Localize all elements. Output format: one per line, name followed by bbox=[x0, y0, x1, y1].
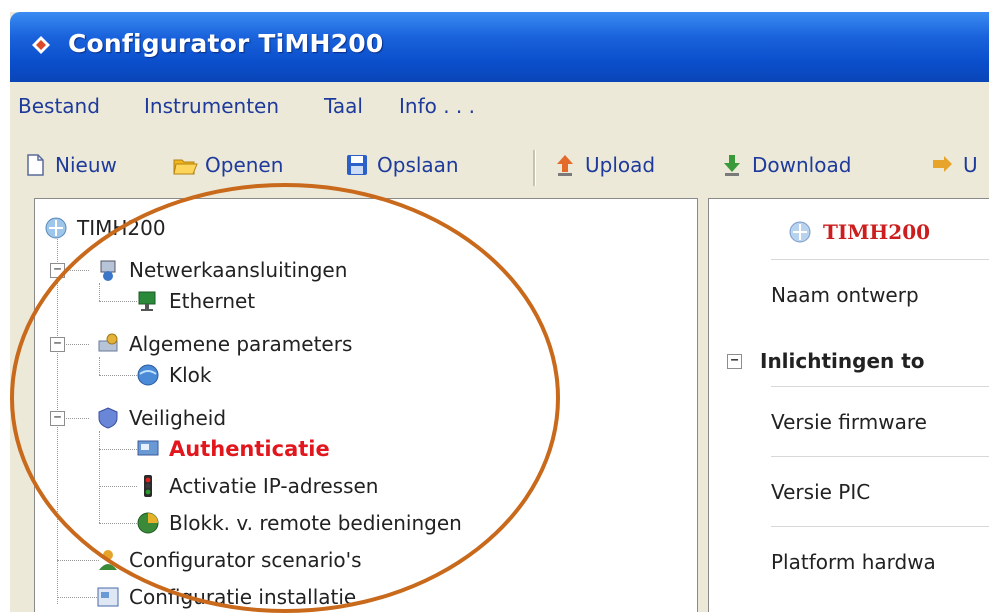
property-row[interactable]: Platform hardwa bbox=[771, 526, 989, 597]
toolbar: Nieuw Openen Opslaan Upload Download U bbox=[10, 134, 989, 202]
tree-node-root[interactable]: TIMH200 bbox=[43, 215, 166, 241]
tree-label: Ethernet bbox=[169, 289, 256, 313]
tree-line bbox=[99, 357, 100, 375]
menu-bestand[interactable]: Bestand bbox=[18, 94, 100, 118]
details-header: TIMH200 bbox=[709, 209, 989, 255]
collapse-toggle[interactable]: − bbox=[50, 263, 65, 278]
tree-line bbox=[99, 375, 137, 376]
remote-globe-icon bbox=[137, 512, 159, 534]
download-icon bbox=[724, 155, 740, 176]
tree-label: Klok bbox=[169, 363, 212, 387]
globe-icon bbox=[137, 364, 159, 386]
configurator-logo-icon bbox=[32, 36, 50, 54]
tree-node-configurator-scenarios[interactable]: Configurator scenario's bbox=[95, 547, 362, 573]
tree-panel: − − − TIMH200 Netwerkaansluitingen Ether… bbox=[34, 198, 698, 612]
property-row[interactable]: Versie firmware bbox=[771, 386, 989, 457]
truncated-button[interactable]: U bbox=[930, 148, 978, 182]
tree-line bbox=[57, 560, 99, 561]
property-label: Naam ontwerp bbox=[771, 283, 919, 307]
details-panel: TIMH200 Naam ontwerp − Inlichtingen to V… bbox=[708, 198, 989, 612]
settings-icon bbox=[98, 333, 118, 352]
save-button[interactable]: Opslaan bbox=[344, 148, 459, 182]
tree-label: Configurator scenario's bbox=[129, 548, 362, 572]
shield-icon bbox=[98, 407, 118, 429]
title-bar: Configurator TiMH200 bbox=[10, 12, 989, 82]
upload-label: Upload bbox=[585, 153, 656, 177]
truncated-label: U bbox=[963, 153, 978, 177]
transfer-icon bbox=[933, 156, 952, 172]
tree-label: TIMH200 bbox=[77, 216, 166, 240]
property-row[interactable]: Naam ontwerp bbox=[771, 259, 989, 330]
menu-bar: Bestand Instrumenten Taal Info . . . bbox=[10, 82, 989, 134]
users-icon bbox=[99, 550, 117, 570]
download-label: Download bbox=[752, 153, 852, 177]
menu-taal[interactable]: Taal bbox=[324, 94, 363, 118]
tree-node-klok[interactable]: Klok bbox=[135, 362, 212, 388]
monitor-icon bbox=[137, 440, 159, 456]
installation-icon bbox=[97, 587, 119, 607]
floppy-disk-icon bbox=[347, 155, 367, 175]
section-label: Inlichtingen to bbox=[760, 349, 925, 373]
tree-node-algemene-parameters[interactable]: Algemene parameters bbox=[95, 331, 352, 357]
new-document-icon bbox=[27, 154, 44, 176]
menu-instrumenten[interactable]: Instrumenten bbox=[144, 94, 279, 118]
ethernet-icon bbox=[138, 291, 156, 311]
tree-line bbox=[99, 486, 137, 487]
traffic-light-icon bbox=[144, 475, 152, 497]
window-title: Configurator TiMH200 bbox=[68, 29, 384, 58]
tree-line bbox=[99, 449, 137, 450]
toolbar-separator bbox=[533, 150, 536, 186]
tree-label: Veiligheid bbox=[129, 406, 227, 430]
new-label: Nieuw bbox=[55, 153, 117, 177]
menu-info[interactable]: Info . . . bbox=[399, 94, 475, 118]
save-label: Opslaan bbox=[377, 153, 459, 177]
tree-node-ethernet[interactable]: Ethernet bbox=[135, 288, 255, 314]
download-button[interactable]: Download bbox=[719, 148, 851, 182]
details-title: TIMH200 bbox=[823, 220, 931, 244]
tree-line bbox=[99, 523, 137, 524]
tree-label: Activatie IP-adressen bbox=[169, 474, 379, 498]
property-section[interactable]: − Inlichtingen to bbox=[727, 349, 925, 373]
tree-label: Blokk. v. remote bedieningen bbox=[169, 511, 462, 535]
tree-node-blokk-remote[interactable]: Blokk. v. remote bedieningen bbox=[135, 510, 462, 536]
tree-node-authenticatie[interactable]: Authenticatie bbox=[135, 436, 330, 462]
new-button[interactable]: Nieuw bbox=[22, 148, 117, 182]
tree-line bbox=[99, 431, 100, 523]
property-label: Versie PIC bbox=[771, 480, 871, 504]
upload-icon bbox=[557, 155, 573, 176]
tree-line bbox=[99, 301, 137, 302]
tree-line bbox=[99, 283, 100, 301]
tree-node-configuratie-installatie[interactable]: Configuratie installatie bbox=[95, 584, 356, 610]
network-icon bbox=[100, 260, 116, 281]
collapse-toggle[interactable]: − bbox=[50, 337, 65, 352]
tree-label-selected: Authenticatie bbox=[169, 437, 330, 461]
tree-node-netwerkaansluitingen[interactable]: Netwerkaansluitingen bbox=[95, 257, 347, 283]
open-button[interactable]: Openen bbox=[172, 148, 283, 182]
collapse-toggle[interactable]: − bbox=[50, 411, 65, 426]
app-window: Configurator TiMH200 Bestand Instrumente… bbox=[10, 12, 989, 612]
tree-line bbox=[57, 597, 99, 598]
network-icon bbox=[789, 221, 811, 243]
network-icon bbox=[45, 217, 67, 239]
upload-button[interactable]: Upload bbox=[552, 148, 655, 182]
tree-label: Algemene parameters bbox=[129, 332, 353, 356]
tree-label: Configuratie installatie bbox=[129, 585, 357, 609]
property-label: Versie firmware bbox=[771, 410, 927, 434]
property-row[interactable]: Versie PIC bbox=[771, 456, 989, 527]
collapse-toggle[interactable]: − bbox=[727, 353, 742, 369]
property-label: Platform hardwa bbox=[771, 550, 936, 574]
tree-node-veiligheid[interactable]: Veiligheid bbox=[95, 405, 226, 431]
tree-label: Netwerkaansluitingen bbox=[129, 258, 348, 282]
open-label: Openen bbox=[205, 153, 284, 177]
folder-open-icon bbox=[173, 159, 198, 175]
tree-node-activatie-ip[interactable]: Activatie IP-adressen bbox=[135, 473, 378, 499]
